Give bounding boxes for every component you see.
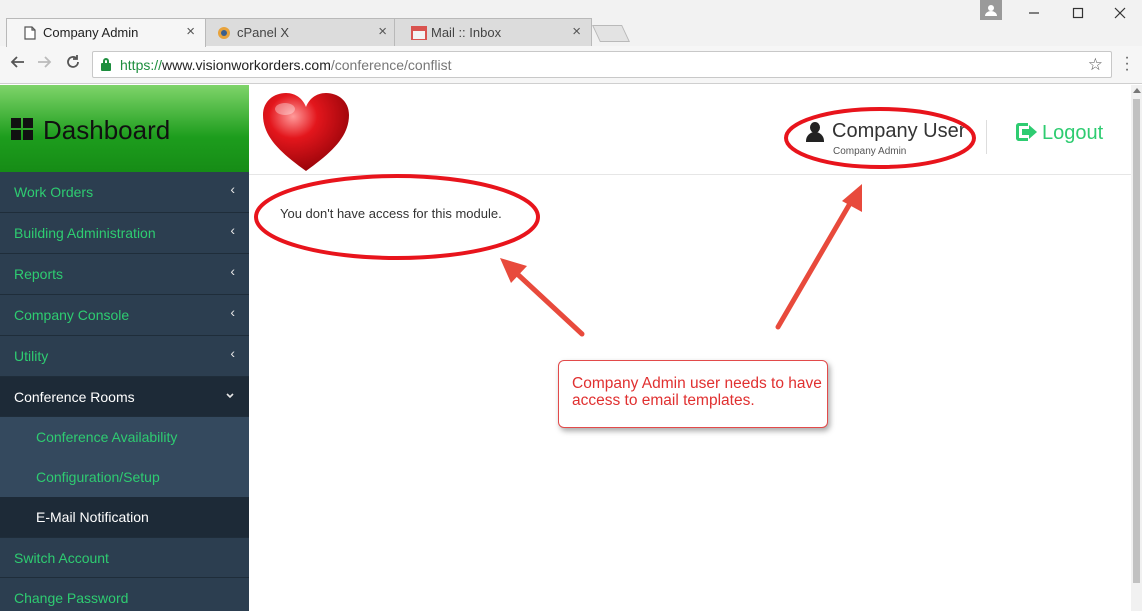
sidebar-item-conference-rooms[interactable]: Conference Rooms [0, 377, 249, 417]
heart-logo [263, 93, 349, 171]
sidebar-item-label: Work Orders [14, 184, 94, 200]
page-scrollbar[interactable] [1131, 85, 1142, 611]
profile-icon[interactable] [980, 0, 1002, 20]
reload-icon[interactable] [63, 54, 83, 74]
back-icon[interactable] [7, 54, 27, 74]
dashboard-icon [11, 118, 33, 140]
forward-icon[interactable] [35, 54, 55, 74]
sidebar-item-company-console[interactable]: Company Console ‹ [0, 295, 249, 336]
chevron-down-icon [225, 386, 235, 404]
sidebar-subitem-label: E-Mail Notification [36, 509, 149, 525]
sidebar-item-reports[interactable]: Reports ‹ [0, 254, 249, 295]
sidebar-item-work-orders[interactable]: Work Orders ‹ [0, 172, 249, 213]
sidebar-item-utility[interactable]: Utility ‹ [0, 336, 249, 377]
close-icon[interactable]: × [378, 23, 387, 40]
calendar-icon [411, 26, 427, 40]
annotation-text: Company Admin user needs to have access … [572, 375, 822, 409]
top-header: Company User Company Admin Logout [249, 85, 1131, 175]
annotation-callout: Company Admin user needs to have access … [558, 360, 828, 428]
page-icon [23, 26, 37, 40]
user-role: Company Admin [833, 146, 907, 157]
sidebar-item-label: Conference Rooms [14, 389, 135, 405]
chevron-left-icon: ‹ [230, 304, 235, 320]
header-divider [986, 120, 987, 154]
chevron-left-icon: ‹ [230, 263, 235, 279]
scroll-thumb[interactable] [1133, 99, 1140, 583]
sidebar-item-change-password[interactable]: Change Password [0, 578, 249, 611]
sidebar-subitem-label: Configuration/Setup [36, 469, 160, 485]
minimize-icon[interactable] [1012, 0, 1056, 28]
cpanel-icon [217, 26, 231, 40]
main-content: Company User Company Admin Logout You do… [249, 85, 1131, 611]
sidebar-item-switch-account[interactable]: Switch Account [0, 537, 249, 578]
sign-out-icon [1016, 123, 1037, 141]
sidebar-subitem-conference-availability[interactable]: Conference Availability [0, 417, 249, 457]
address-bar[interactable]: https://www.visionworkorders.com/confere… [92, 51, 1112, 78]
logout-button[interactable]: Logout [1016, 122, 1103, 145]
browser-menu-icon[interactable]: · · · [1122, 50, 1132, 78]
sidebar-subitem-email-notification[interactable]: E-Mail Notification [0, 497, 249, 537]
url-text: https://www.visionworkorders.com/confere… [120, 57, 452, 73]
sidebar-item-label: Utility [14, 348, 49, 364]
sidebar-subitem-configuration-setup[interactable]: Configuration/Setup [0, 457, 249, 497]
lock-icon [101, 58, 111, 71]
chevron-left-icon: ‹ [230, 181, 235, 197]
sidebar-brand[interactable]: Dashboard [0, 85, 249, 172]
tab-mail-inbox[interactable]: Mail :: Inbox × [394, 18, 592, 47]
bookmark-star-icon[interactable]: ☆ [1088, 55, 1103, 75]
user-icon [805, 122, 825, 144]
sidebar-title: Dashboard [43, 115, 171, 145]
sidebar-subitem-label: Conference Availability [36, 429, 178, 445]
access-denied-message: You don't have access for this module. [280, 206, 502, 221]
browser-toolbar: https://www.visionworkorders.com/confere… [0, 46, 1142, 84]
chevron-left-icon: ‹ [230, 222, 235, 238]
chevron-left-icon: ‹ [230, 345, 235, 361]
sidebar-item-label: Company Console [14, 307, 130, 323]
close-icon[interactable]: × [186, 23, 195, 40]
sidebar-item-label: Building Administration [14, 225, 156, 241]
sidebar-item-label: Switch Account [14, 550, 109, 566]
close-window-icon[interactable] [1098, 0, 1142, 28]
scroll-up-icon[interactable] [1133, 88, 1141, 93]
sidebar: Dashboard Work Orders ‹ Building Adminis… [0, 85, 249, 611]
user-name: Company User [832, 120, 966, 142]
maximize-icon[interactable] [1056, 0, 1100, 28]
browser-tab-strip: Company Admin × cPanel X × Mail :: Inbox… [0, 0, 1142, 47]
sidebar-item-label: Change Password [14, 590, 129, 606]
logout-label: Logout [1042, 122, 1104, 144]
sidebar-item-label: Reports [14, 266, 64, 282]
tab-title: Company Admin [43, 25, 139, 40]
tab-cpanel[interactable]: cPanel X × [200, 18, 398, 47]
close-icon[interactable]: × [572, 23, 581, 40]
tab-title: cPanel X [237, 25, 290, 40]
sidebar-item-building-administration[interactable]: Building Administration ‹ [0, 213, 249, 254]
tab-company-admin[interactable]: Company Admin × [6, 18, 206, 47]
new-tab-button[interactable] [592, 25, 630, 42]
tab-title: Mail :: Inbox [431, 25, 502, 40]
